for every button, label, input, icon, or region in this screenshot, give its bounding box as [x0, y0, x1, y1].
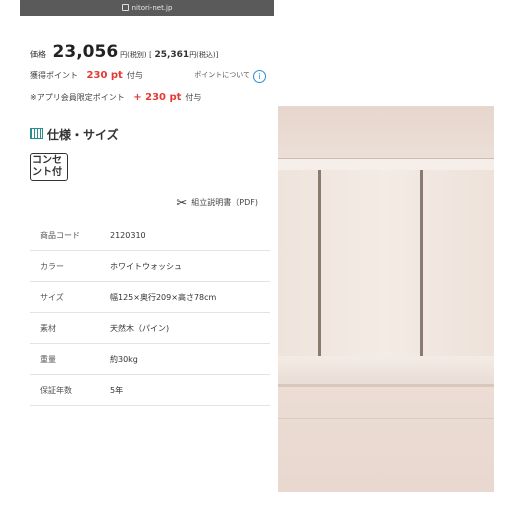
spec-key: サイズ	[30, 281, 110, 313]
points-about-text: ポイントについて	[194, 71, 250, 79]
spec-value: 天然木（パイン)	[110, 312, 270, 344]
spec-value: 幅125×奥行209×高さ78cm	[110, 281, 270, 313]
spec-value: 5年	[110, 374, 270, 406]
table-row: 保証年数 5年	[30, 374, 270, 406]
app-points-suffix: 付与	[185, 93, 202, 102]
price-tax-excl: 円(税別)	[120, 51, 147, 59]
spec-key: 商品コード	[30, 220, 110, 251]
spec-icon	[30, 128, 43, 139]
tool-icon: ✂	[176, 196, 188, 211]
points-about-link[interactable]: ポイントについて i	[194, 70, 266, 83]
info-icon[interactable]: i	[253, 70, 266, 83]
points-row: 獲得ポイント 230 pt 付与	[30, 70, 143, 81]
photo-board-gap	[318, 170, 321, 356]
price-label: 価格	[30, 50, 46, 59]
spec-key: カラー	[30, 250, 110, 282]
table-row: 素材 天然木（パイン)	[30, 312, 270, 344]
photo-front-seam	[278, 418, 494, 419]
app-points-value: + 230 pt	[133, 92, 182, 103]
spec-key: 重量	[30, 343, 110, 375]
table-row: サイズ 幅125×奥行209×高さ78cm	[30, 281, 270, 313]
price-tax-incl: 円(税込)	[189, 51, 216, 59]
photo-top-panel	[278, 106, 494, 158]
photo-shelf	[278, 356, 494, 384]
price-tax-incl-value: 25,361	[154, 50, 190, 60]
assembly-manual-link[interactable]: ✂ 組立説明書（PDF)	[176, 196, 258, 211]
price-bracket-open: [	[149, 51, 152, 59]
furniture-photo	[278, 106, 494, 492]
spec-heading: 仕様・サイズ	[30, 126, 119, 143]
product-page-screenshot: nitori-net.jp 価格 23,056 円(税別) [ 25,361円(税…	[20, 0, 274, 420]
price-main: 23,056	[52, 42, 119, 62]
spec-key: 保証年数	[30, 374, 110, 406]
app-points-label: ※アプリ会員限定ポイント	[30, 93, 125, 102]
spec-key: 素材	[30, 312, 110, 344]
spec-value: 2120310	[110, 220, 270, 251]
browser-url-bar[interactable]: nitori-net.jp	[20, 0, 274, 16]
lock-icon	[121, 4, 129, 11]
points-label: 獲得ポイント	[30, 71, 78, 80]
price-row: 価格 23,056 円(税別) [ 25,361円(税込)]	[30, 42, 218, 62]
photo-back-panel	[278, 170, 494, 356]
spec-heading-text: 仕様・サイズ	[47, 128, 119, 142]
points-suffix: 付与	[126, 71, 143, 80]
spec-value: ホワイトウォッシュ	[110, 250, 270, 282]
table-row: カラー ホワイトウォッシュ	[30, 250, 270, 282]
photo-front-panel	[278, 387, 494, 492]
photo-board-gap	[420, 170, 423, 356]
manual-text: 組立説明書（PDF)	[191, 198, 258, 207]
points-value: 230 pt	[86, 70, 123, 81]
spec-value: 約30kg	[110, 343, 270, 375]
spec-table: 商品コード 2120310 カラー ホワイトウォッシュ サイズ 幅125×奥行2…	[30, 220, 270, 406]
table-row: 商品コード 2120310	[30, 220, 270, 251]
outlet-feature-tag: コンセント付	[30, 153, 68, 181]
url-text: nitori-net.jp	[131, 4, 173, 12]
table-row: 重量 約30kg	[30, 343, 270, 375]
price-bracket-close: ]	[215, 51, 219, 59]
app-points-row: ※アプリ会員限定ポイント + 230 pt 付与	[30, 92, 201, 103]
